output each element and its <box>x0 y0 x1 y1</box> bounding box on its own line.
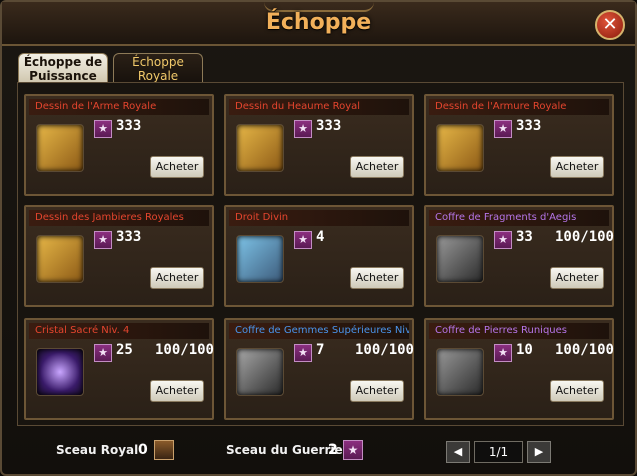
shop-item-card: Dessin de l'Arme Royale ★ 333 Acheter <box>24 94 214 196</box>
warrior-seal-icon: ★ <box>294 231 312 249</box>
page-indicator: 1/1 <box>474 441 523 463</box>
item-stock: 100/100 <box>354 342 414 358</box>
item-name: Droit Divin <box>229 210 409 226</box>
item-name: Coffre de Fragments d'Aegis <box>429 210 609 226</box>
royal-seal-icon <box>154 440 174 460</box>
item-stock: 100/100 <box>554 342 614 358</box>
buy-button[interactable]: Acheter <box>350 267 404 289</box>
aegis-fragment-chest-icon <box>436 235 484 283</box>
warrior-seal-value: 2 <box>328 442 338 458</box>
royal-weapon-scroll-icon <box>36 124 84 172</box>
prev-page-button[interactable]: ◀ <box>446 441 470 463</box>
item-name: Cristal Sacré Niv. 4 <box>29 323 209 339</box>
window-title: Échoppe <box>265 10 372 35</box>
royal-seal-label: Sceau Royal <box>56 443 139 457</box>
shop-item-card: Coffre de Gemmes Supérieures Niv. 3 ★ 7 … <box>224 318 414 420</box>
buy-button[interactable]: Acheter <box>350 380 404 402</box>
item-name: Dessin du Heaume Royal <box>229 99 409 115</box>
item-name: Dessin des Jambieres Royales <box>29 210 209 226</box>
item-price: 333 <box>316 118 342 134</box>
item-price: 33 <box>516 229 533 245</box>
item-name: Coffre de Pierres Runiques <box>429 323 609 339</box>
shop-item-card: Droit Divin ★ 4 Acheter <box>224 205 414 307</box>
tab-power-shop[interactable]: Échoppe de Puissance <box>18 53 108 83</box>
item-name: Dessin de l'Arme Royale <box>29 99 209 115</box>
warrior-seal-icon: ★ <box>494 344 512 362</box>
next-page-button[interactable]: ▶ <box>527 441 551 463</box>
buy-button[interactable]: Acheter <box>150 156 204 178</box>
shop-item-card: Dessin des Jambieres Royales ★ 333 Achet… <box>24 205 214 307</box>
warrior-seal-icon: ★ <box>294 344 312 362</box>
item-price: 333 <box>116 229 142 245</box>
item-price: 333 <box>516 118 542 134</box>
buy-button[interactable]: Acheter <box>550 156 604 178</box>
chevron-left-icon: ◀ <box>453 445 463 458</box>
item-stock: 100/100 <box>154 342 214 358</box>
item-stock: 100/100 <box>554 229 614 245</box>
royal-seal-value: 0 <box>138 442 148 458</box>
tab-label-line2: Puissance <box>29 69 97 83</box>
item-price: 4 <box>316 229 325 245</box>
tab-label-line1: Échoppe de <box>23 55 103 69</box>
buy-button[interactable]: Acheter <box>150 267 204 289</box>
sacred-crystal-icon <box>36 348 84 396</box>
tab-label-line1: Échoppe <box>132 55 184 69</box>
shop-item-card: Cristal Sacré Niv. 4 ★ 25 100/100 Achete… <box>24 318 214 420</box>
item-name: Coffre de Gemmes Supérieures Niv. 3 <box>229 323 409 339</box>
divine-right-chest-icon <box>236 235 284 283</box>
shop-item-card: Dessin de l'Armure Royale ★ 333 Acheter <box>424 94 614 196</box>
title-bar: Échoppe <box>2 2 635 46</box>
warrior-seal-icon: ★ <box>94 344 112 362</box>
tab-royal-shop[interactable]: Échoppe Royale <box>113 53 203 83</box>
item-price: 10 <box>516 342 533 358</box>
buy-button[interactable]: Acheter <box>350 156 404 178</box>
item-name: Dessin de l'Armure Royale <box>429 99 609 115</box>
tab-label-line2: Royale <box>137 69 179 83</box>
warrior-seal-icon: ★ <box>94 231 112 249</box>
item-price: 25 <box>116 342 133 358</box>
royal-helm-scroll-icon <box>236 124 284 172</box>
shop-window: Échoppe ✕ Échoppe de Puissance Échoppe R… <box>0 0 637 476</box>
royal-greaves-scroll-icon <box>36 235 84 283</box>
buy-button[interactable]: Acheter <box>150 380 204 402</box>
rune-stone-chest-icon <box>436 348 484 396</box>
warrior-seal-icon: ★ <box>294 120 312 138</box>
shop-item-card: Coffre de Pierres Runiques ★ 10 100/100 … <box>424 318 614 420</box>
shop-item-card: Coffre de Fragments d'Aegis ★ 33 100/100… <box>424 205 614 307</box>
buy-button[interactable]: Acheter <box>550 267 604 289</box>
shop-item-card: Dessin du Heaume Royal ★ 333 Acheter <box>224 94 414 196</box>
warrior-seal-icon: ★ <box>343 440 363 460</box>
close-icon: ✕ <box>602 14 618 35</box>
superior-gem-chest-icon <box>236 348 284 396</box>
warrior-seal-icon: ★ <box>494 231 512 249</box>
close-button[interactable]: ✕ <box>595 10 625 40</box>
chevron-right-icon: ▶ <box>534 445 544 458</box>
buy-button[interactable]: Acheter <box>550 380 604 402</box>
warrior-seal-icon: ★ <box>494 120 512 138</box>
royal-armor-scroll-icon <box>436 124 484 172</box>
item-price: 333 <box>116 118 142 134</box>
item-price: 7 <box>316 342 325 358</box>
warrior-seal-icon: ★ <box>94 120 112 138</box>
